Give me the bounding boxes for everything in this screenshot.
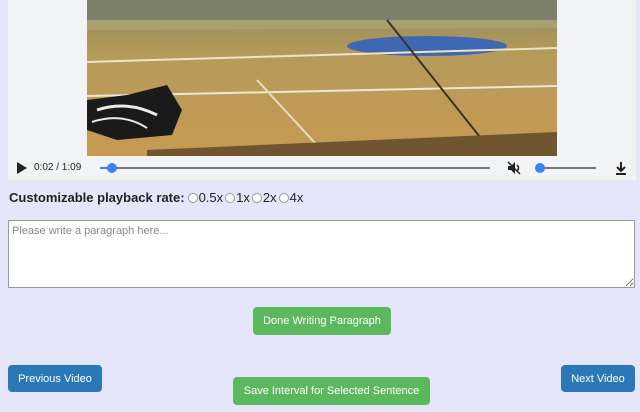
time-display: 0:02 / 1:09 [34,162,82,173]
radio-button[interactable] [225,192,236,203]
rate-option-4x[interactable]: 4x [278,190,304,205]
muted-speaker-icon[interactable] [506,160,522,176]
rate-option-label: 2x [262,190,277,205]
video-player[interactable]: 0:02 / 1:09 [8,0,636,180]
gym-floor-frame [87,0,557,156]
radio-button[interactable] [251,192,262,203]
playback-rate-row: Customizable playback rate: 0.5x 1x 2x 4… [9,190,305,205]
rate-option-1x[interactable]: 1x [225,190,250,205]
playback-rate-label: Customizable playback rate: [9,190,185,205]
radio-button[interactable] [187,192,198,203]
volume-slider[interactable] [535,163,596,173]
done-writing-paragraph-button[interactable]: Done Writing Paragraph [253,307,391,335]
rate-option-label: 1x [236,190,250,205]
video-controls: 0:02 / 1:09 [8,156,636,180]
previous-video-button[interactable]: Previous Video [8,365,102,392]
seek-thumb[interactable] [106,163,117,173]
video-frame[interactable] [87,0,557,156]
radio-button[interactable] [278,192,289,203]
rate-option-0.5x[interactable]: 0.5x [187,190,224,205]
rate-option-label: 0.5x [198,190,224,205]
play-icon[interactable] [16,161,28,175]
download-icon[interactable] [614,160,628,176]
rate-option-2x[interactable]: 2x [251,190,277,205]
volume-thumb[interactable] [535,163,545,173]
rate-option-label: 4x [289,190,304,205]
paragraph-textarea[interactable] [8,220,635,288]
next-video-button[interactable]: Next Video [561,365,635,392]
seek-slider[interactable] [100,163,490,173]
save-interval-button[interactable]: Save Interval for Selected Sentence [233,377,430,405]
